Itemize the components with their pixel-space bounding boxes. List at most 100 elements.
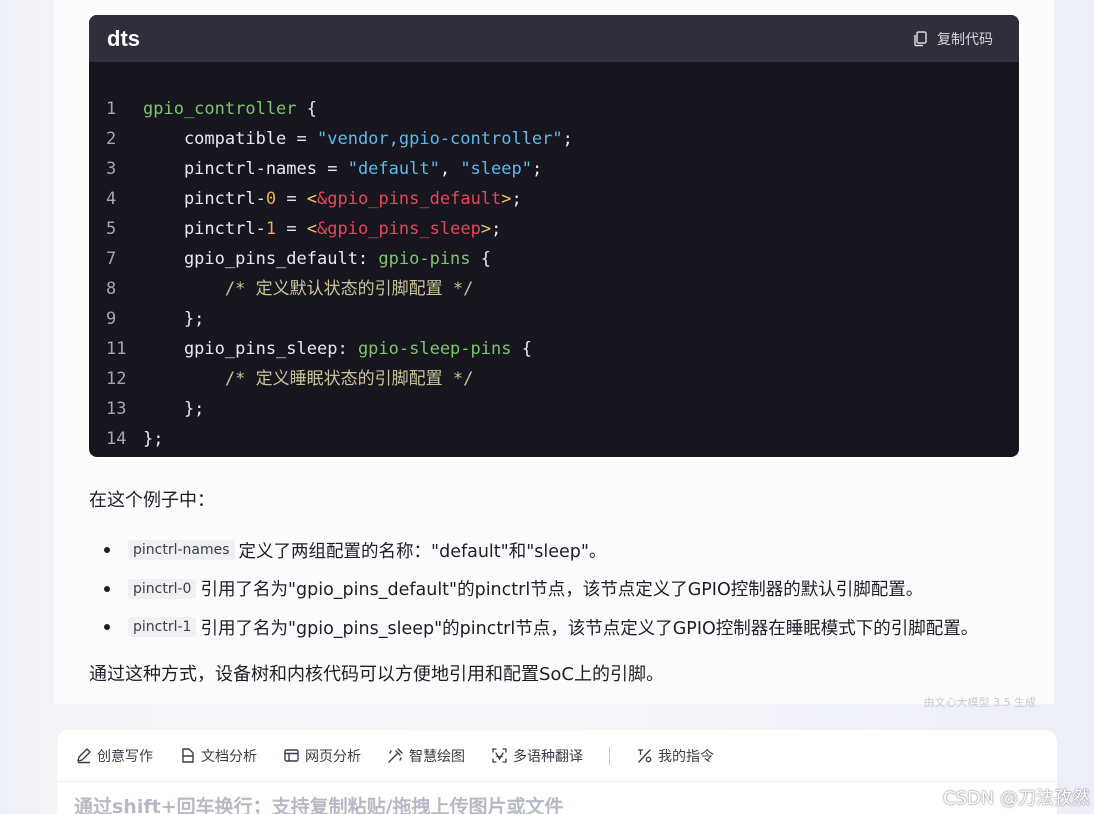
code-line: 5 pinctrl-1 = <&gpio_pins_sleep>; [89, 214, 1019, 244]
code-token: gpio_pins_default: [143, 249, 379, 269]
code-token: gpio_pins_sleep: [143, 339, 358, 359]
translate-icon [491, 747, 508, 764]
tool-smart-drawing[interactable]: 智慧绘图 [387, 746, 465, 766]
code-token: }; [143, 399, 205, 419]
bullet-list: pinctrl-names 定义了两组配置的名称："default"和"sleep… [104, 531, 978, 647]
code-token: "sleep" [460, 159, 532, 179]
bullet-item: pinctrl-1 引用了名为"gpio_pins_sleep"的pinctrl节… [104, 608, 978, 647]
input-toolbar: 创意写作 文档分析 网页分析 智慧绘图 多语种翻译 我的指令 [57, 730, 1057, 782]
code-token: ; [491, 219, 502, 239]
code-text: /* 定义睡眠状态的引脚配置 */ [143, 364, 473, 394]
code-token: ; [562, 129, 573, 149]
tool-label: 创意写作 [97, 748, 153, 765]
webpage-icon [283, 747, 300, 764]
code-token: ; [511, 189, 522, 209]
bullet-dot [104, 547, 110, 554]
paint-brush-icon [387, 747, 404, 764]
code-token: { [511, 339, 532, 359]
line-number: 12 [106, 369, 127, 389]
tool-my-commands[interactable]: 我的指令 [636, 746, 714, 766]
code-token: = [276, 219, 307, 239]
code-line: 12 /* 定义睡眠状态的引脚配置 */ [89, 364, 1019, 394]
code-language-label: dts [107, 25, 140, 51]
code-token: "vendor,gpio-controller" [317, 129, 563, 149]
code-text: gpio_controller { [143, 94, 317, 124]
generated-by-note: 由文心大模型 3.5 生成 [923, 696, 1037, 709]
code-line: 3 pinctrl-names = "default", "sleep"; [89, 154, 1019, 184]
code-token: &gpio_pins_sleep [317, 219, 481, 239]
inline-code: pinctrl-1 [128, 617, 197, 638]
line-number: 4 [106, 189, 117, 209]
tool-creative-writing[interactable]: 创意写作 [75, 746, 153, 766]
code-body: 1 gpio_controller {2 compatible = "vendor… [89, 62, 1019, 454]
code-token: { [296, 99, 318, 119]
code-token: gpio-sleep-pins [357, 339, 512, 359]
code-line: 4 pinctrl-0 = <&gpio_pins_default>; [89, 184, 1019, 214]
chat-input[interactable]: 通过shift+回车换行；支持复制粘贴/拖拽上传图片或文件 [74, 792, 564, 814]
tool-translation[interactable]: 多语种翻译 [491, 746, 583, 766]
code-block: dts 复制代码 1 gpio_controller {2 compatible … [89, 15, 1019, 457]
line-number: 13 [106, 399, 127, 419]
code-token: /* 定义默认状态的引脚配置 */ [224, 279, 474, 299]
code-token: "default" [347, 159, 440, 179]
code-token: > [480, 219, 492, 239]
code-header: dts 复制代码 [89, 15, 1019, 62]
code-text: /* 定义默认状态的引脚配置 */ [143, 274, 473, 304]
code-token: { [470, 249, 492, 269]
code-token: > [501, 189, 512, 209]
code-token: gpio-pins [378, 249, 471, 269]
code-line: 11 gpio_pins_sleep: gpio-sleep-pins { [89, 334, 1019, 364]
document-icon [179, 747, 196, 764]
code-line: 7 gpio_pins_default: gpio-pins { [89, 244, 1019, 274]
code-text: pinctrl-0 = <&gpio_pins_default>; [143, 184, 522, 214]
tool-document-analysis[interactable]: 文档分析 [179, 746, 257, 766]
chat-input-card: 创意写作 文档分析 网页分析 智慧绘图 多语种翻译 我的指令 通过shift+回车换行；支… [57, 730, 1057, 814]
code-line: 9 }; [89, 304, 1019, 334]
code-line: 13 }; [89, 394, 1019, 424]
code-text: pinctrl-names = "default", "sleep"; [143, 154, 542, 184]
code-text: gpio_pins_sleep: gpio-sleep-pins { [143, 334, 532, 364]
code-text: pinctrl-1 = <&gpio_pins_sleep>; [143, 214, 501, 244]
line-number: 11 [106, 339, 127, 359]
code-token: < [306, 219, 318, 239]
tool-label: 文档分析 [201, 748, 257, 765]
code-text: compatible = "vendor,gpio-controller"; [143, 124, 573, 154]
code-token: gpio_controller [143, 99, 297, 119]
line-number: 3 [106, 159, 117, 179]
bullet-dot [104, 585, 110, 592]
copy-code-label: 复制代码 [937, 31, 993, 48]
bullet-item: pinctrl-0 引用了名为"gpio_pins_default"的pinctr… [104, 570, 978, 609]
conclusion-text: 通过这种方式，设备树和内核代码可以方便地引用和配置SoC上的引脚。 [89, 664, 665, 685]
code-token: 0 [265, 189, 277, 209]
line-number: 1 [106, 99, 117, 119]
line-number: 9 [106, 309, 117, 329]
inline-code: pinctrl-names [128, 540, 235, 561]
code-token: }; [143, 429, 164, 449]
percent-slash-icon [636, 747, 653, 764]
copy-code-button[interactable]: 复制代码 [913, 29, 993, 49]
line-number: 14 [106, 429, 127, 449]
code-text: }; [143, 394, 204, 424]
line-number: 5 [106, 219, 117, 239]
bullet-item: pinctrl-names 定义了两组配置的名称："default"和"sleep… [104, 531, 978, 570]
code-token: compatible = [143, 129, 317, 149]
code-token: }; [143, 309, 205, 329]
code-line: 8 /* 定义默认状态的引脚配置 */ [89, 274, 1019, 304]
tool-label: 我的指令 [658, 748, 714, 765]
toolbar-divider [609, 746, 610, 765]
copy-icon [913, 30, 927, 47]
code-text: }; [143, 424, 163, 454]
code-token: pinctrl- [143, 219, 266, 239]
tool-webpage-analysis[interactable]: 网页分析 [283, 746, 361, 766]
code-token: /* 定义睡眠状态的引脚配置 */ [224, 369, 474, 389]
code-line: 1 gpio_controller { [89, 94, 1019, 124]
tool-label: 网页分析 [305, 748, 361, 765]
bullet-text: 定义了两组配置的名称："default"和"sleep"。 [238, 541, 607, 562]
code-token: , [439, 159, 461, 179]
line-number: 7 [106, 249, 117, 269]
code-token: ; [531, 159, 543, 179]
inline-code: pinctrl-0 [128, 578, 197, 599]
code-token: pinctrl- [143, 189, 266, 209]
